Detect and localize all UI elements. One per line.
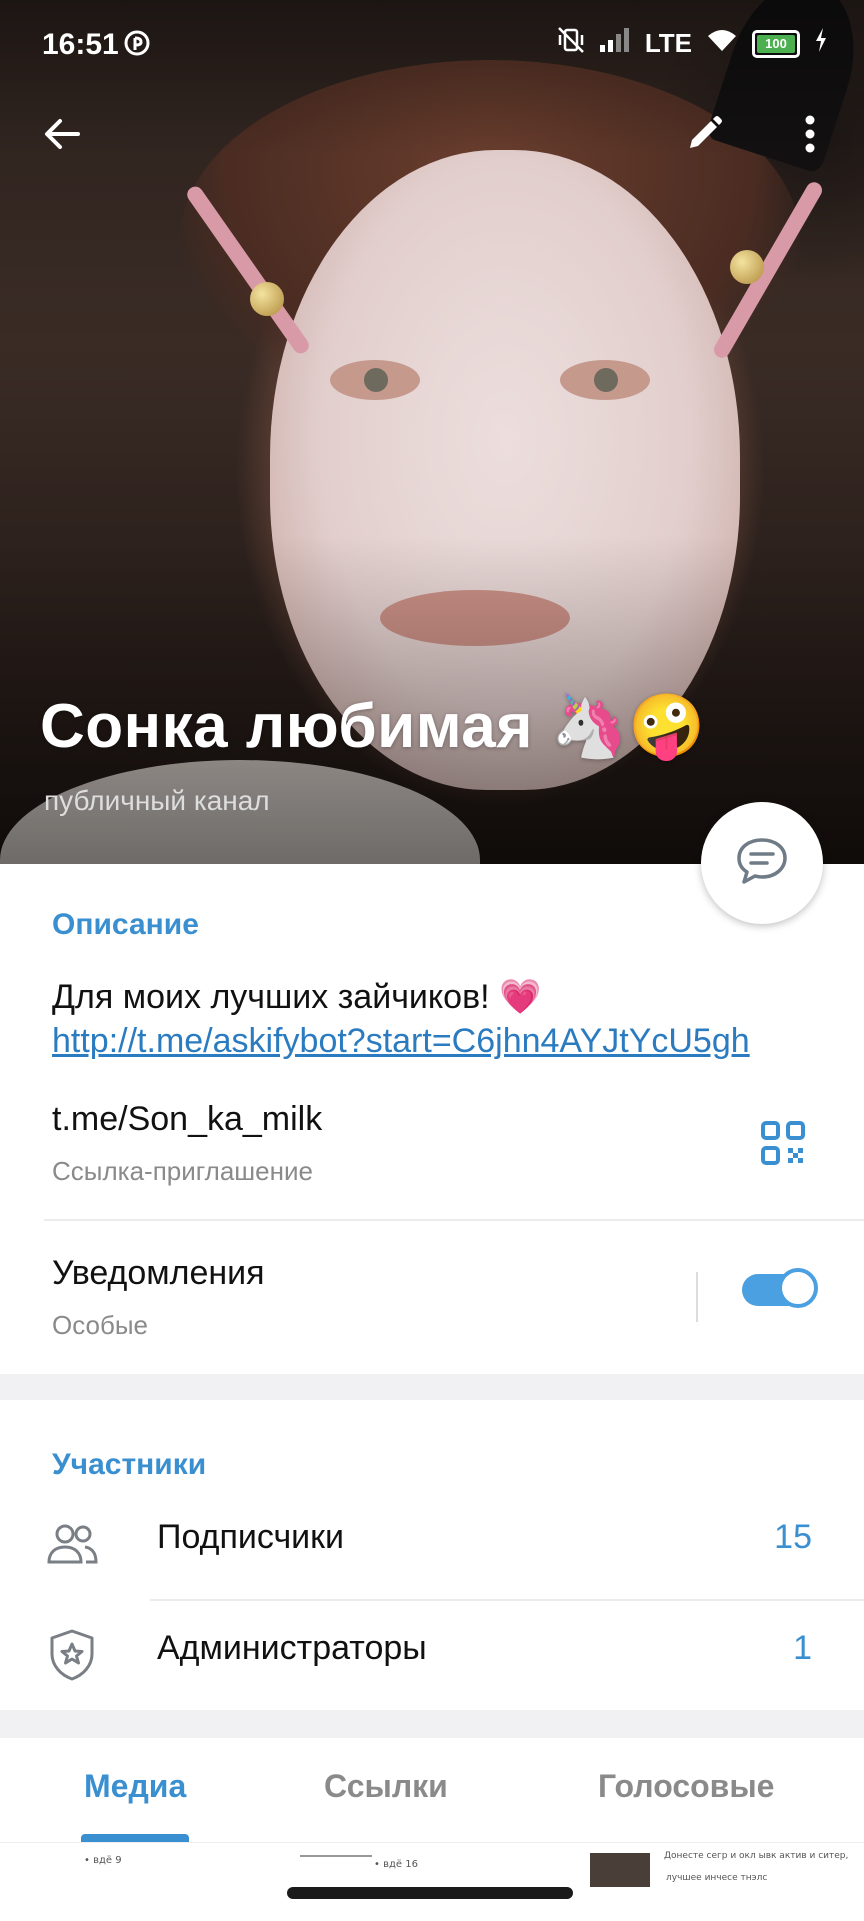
media-thumbnail[interactable]: • вдё 9 bbox=[0, 1849, 284, 1909]
thumbnail-caption: • вдё 9 bbox=[84, 1855, 122, 1866]
thumbnail-line bbox=[300, 1855, 372, 1857]
active-tab-indicator bbox=[81, 1834, 189, 1842]
section-gap bbox=[0, 1710, 864, 1738]
administrators-label: Администраторы bbox=[157, 1629, 427, 1667]
thumbnail-caption: • вдё 16 bbox=[374, 1859, 418, 1870]
subscribers-row[interactable]: Подписчики 15 bbox=[0, 1488, 864, 1598]
back-button[interactable] bbox=[30, 104, 94, 168]
edit-button[interactable] bbox=[672, 104, 736, 168]
description-link[interactable]: http://t.me/askifybot?start=C6jhn4AYJtYc… bbox=[52, 1019, 750, 1063]
section-gap bbox=[0, 1374, 864, 1400]
media-thumbnail[interactable]: Донесте сегр и окл ывк актив и ситер, лу… bbox=[578, 1849, 864, 1909]
charging-icon bbox=[814, 27, 828, 60]
description-text: Для моих лучших зайчиков! 💗 bbox=[52, 978, 542, 1016]
network-type: LTE bbox=[644, 28, 692, 58]
no-vibration-icon bbox=[557, 26, 585, 61]
media-grid: • вдё 9 • вдё 16 Донесте сегр и окл ывк … bbox=[0, 1842, 864, 1921]
channel-type: публичный канал bbox=[44, 785, 270, 816]
tab-links[interactable]: Ссылки bbox=[324, 1768, 448, 1805]
administrators-row[interactable]: Администраторы 1 bbox=[0, 1599, 864, 1709]
thumbnail-text-line: Донесте сегр и окл ывк актив и ситер, bbox=[664, 1851, 849, 1861]
people-icon bbox=[44, 1516, 100, 1572]
members-title: Участники bbox=[52, 1448, 207, 1481]
home-indicator[interactable] bbox=[287, 1887, 573, 1899]
media-thumbnail[interactable]: • вдё 16 bbox=[288, 1849, 574, 1909]
open-chat-button[interactable] bbox=[701, 802, 823, 924]
administrators-count: 1 bbox=[793, 1629, 812, 1667]
media-tabs: Медиа Ссылки Голосовые bbox=[0, 1738, 864, 1842]
subscribers-label: Подписчики bbox=[157, 1518, 345, 1556]
more-vertical-icon bbox=[804, 114, 816, 159]
invite-link[interactable]: t.me/Son_ka_milk bbox=[52, 1100, 322, 1139]
description-title: Описание bbox=[52, 908, 199, 941]
qr-code-icon bbox=[760, 1121, 806, 1170]
channel-name: Сонка любимая 🦄🤪 bbox=[40, 692, 707, 761]
notifications-title[interactable]: Уведомления bbox=[52, 1254, 265, 1293]
status-icons: LTE 100 bbox=[557, 26, 828, 61]
pinterest-icon bbox=[124, 30, 150, 61]
toggle-separator bbox=[696, 1272, 698, 1322]
thumbnail-text-line: лучшее инчесе тнэлс bbox=[666, 1873, 768, 1883]
signal-icon bbox=[599, 27, 631, 60]
tab-media[interactable]: Медиа bbox=[84, 1768, 186, 1805]
battery-icon: 100 bbox=[752, 29, 800, 58]
thumbnail-image bbox=[590, 1853, 650, 1887]
notifications-value: Особые bbox=[52, 1310, 149, 1340]
divider bbox=[44, 1219, 864, 1221]
subscribers-count: 15 bbox=[774, 1518, 812, 1556]
invite-link-label: Ссылка-приглашение bbox=[52, 1156, 313, 1186]
more-options-button[interactable] bbox=[778, 104, 842, 168]
status-time: 16:51 bbox=[42, 28, 119, 61]
description: Для моих лучших зайчиков! 💗 http://t.me/… bbox=[52, 975, 750, 1063]
chat-bubble-icon bbox=[735, 836, 789, 891]
status-bar: 16:51 LTE 100 bbox=[0, 0, 864, 90]
back-arrow-icon bbox=[42, 114, 82, 159]
notifications-toggle[interactable] bbox=[742, 1268, 818, 1308]
tab-voice[interactable]: Голосовые bbox=[598, 1768, 774, 1805]
battery-level: 100 bbox=[757, 34, 795, 53]
qr-code-button[interactable] bbox=[760, 1120, 810, 1170]
toggle-knob bbox=[778, 1268, 818, 1308]
pencil-icon bbox=[684, 114, 724, 159]
shield-star-icon bbox=[44, 1627, 100, 1683]
wifi-icon bbox=[706, 27, 738, 60]
